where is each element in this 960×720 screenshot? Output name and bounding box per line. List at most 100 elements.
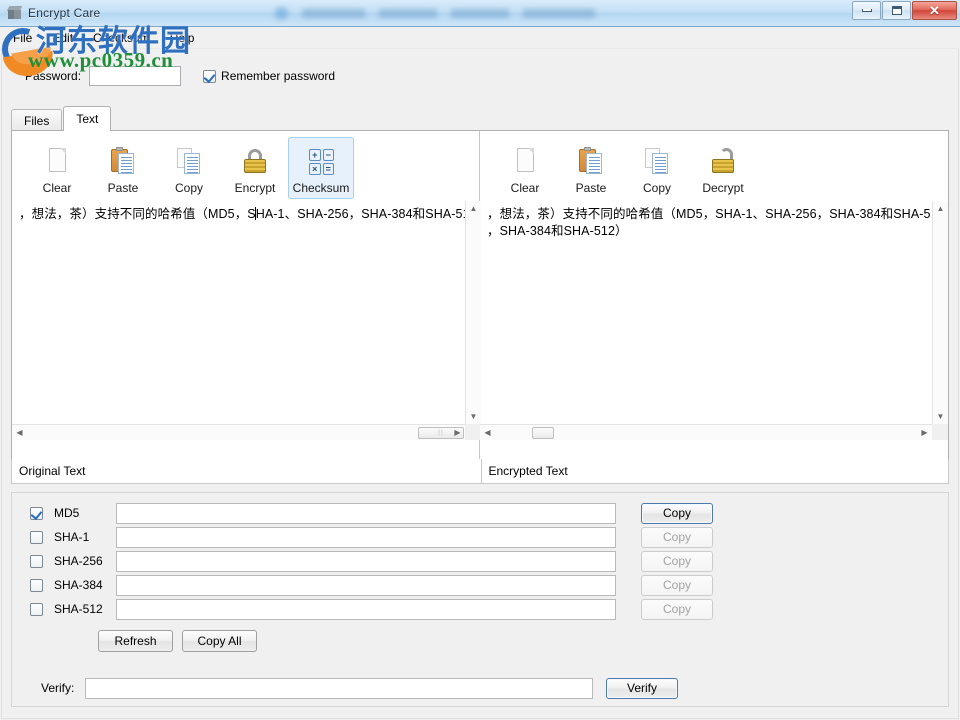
menu-item-file[interactable]: File	[5, 29, 40, 47]
encrypted-text-line-1: ，想法，茶）支持不同的哈希值（MD5，SHA-1、SHA-256，SHA-384…	[487, 207, 931, 221]
verify-button[interactable]: Verify	[606, 678, 678, 699]
left-clear-label: Clear	[43, 181, 72, 195]
tab-content-text: Clear Paste Copy	[11, 130, 949, 480]
md5-label: MD5	[54, 506, 116, 520]
remember-password-checkbox[interactable]: Remember password	[203, 69, 335, 83]
left-clear-button[interactable]: Clear	[24, 137, 90, 199]
tab-files-label: Files	[24, 114, 49, 128]
window-controls: ✕	[852, 1, 957, 20]
menu-bar: File Edit Checksum Help	[1, 28, 959, 48]
menu-item-edit[interactable]: Edit	[44, 29, 81, 47]
verify-button-label: Verify	[627, 681, 657, 695]
sha384-value-field[interactable]	[116, 575, 616, 596]
md5-copy-button[interactable]: Copy	[641, 503, 713, 524]
verify-input[interactable]	[85, 678, 593, 699]
original-text-input[interactable]: ，想法，茶）支持不同的哈希值（MD5，SHA-1、SHA-256，SHA-384…	[13, 201, 465, 424]
encrypted-horizontal-scrollbar[interactable]: ◀ ▶	[480, 424, 932, 440]
scroll-down-icon[interactable]: ▼	[466, 409, 481, 424]
checkbox-check-icon	[203, 70, 216, 83]
copy-all-button[interactable]: Copy All	[182, 630, 257, 652]
refresh-button[interactable]: Refresh	[98, 630, 173, 652]
open-padlock-icon	[707, 145, 739, 177]
calc-equals-glyph: =	[323, 163, 335, 175]
maximize-button[interactable]	[882, 1, 911, 20]
password-label: Password:	[25, 69, 81, 83]
scroll-right-icon[interactable]: ▶	[450, 425, 465, 440]
sha1-copy-button[interactable]: Copy	[641, 527, 713, 548]
calc-minus-glyph: −	[323, 149, 335, 161]
original-text-pane: Clear Paste Copy	[12, 131, 480, 479]
blank-document-icon	[41, 145, 73, 177]
scrollbar-corner	[465, 424, 481, 440]
tab-text-label: Text	[76, 112, 98, 126]
encrypted-text-line-2: ，SHA-384和SHA-512）	[487, 224, 628, 238]
md5-checkbox[interactable]	[30, 507, 43, 520]
close-button[interactable]: ✕	[912, 1, 957, 20]
sha1-copy-label: Copy	[663, 530, 691, 544]
left-copy-button[interactable]: Copy	[156, 137, 222, 199]
calc-plus-glyph: +	[309, 149, 321, 161]
application-window: Encrypt Care ✕ File Edit Checksum Help P…	[0, 0, 960, 720]
original-text-area-wrap: ，想法，茶）支持不同的哈希值（MD5，SHA-1、SHA-256，SHA-384…	[12, 201, 481, 440]
refresh-label: Refresh	[114, 634, 156, 648]
clipboard-paste-icon	[107, 145, 139, 177]
sha256-checkbox[interactable]	[30, 555, 43, 568]
menu-item-checksum[interactable]: Checksum	[85, 29, 158, 47]
tab-text[interactable]: Text	[63, 106, 111, 131]
right-paste-button[interactable]: Paste	[558, 137, 624, 199]
encrypted-vertical-scrollbar[interactable]: ▲ ▼	[932, 201, 948, 424]
sha1-value-field[interactable]	[116, 527, 616, 548]
sha384-checkbox[interactable]	[30, 579, 43, 592]
original-vertical-scrollbar[interactable]: ▲ ▼	[465, 201, 481, 424]
scroll-up-icon[interactable]: ▲	[933, 201, 948, 216]
tab-files[interactable]: Files	[11, 109, 62, 131]
close-icon: ✕	[929, 4, 940, 17]
remember-password-label: Remember password	[221, 69, 335, 83]
password-row: Password: Remember password	[25, 66, 335, 86]
copy-pages-icon	[641, 145, 673, 177]
encrypted-text-input[interactable]: ，想法，茶）支持不同的哈希值（MD5，SHA-1、SHA-256，SHA-384…	[481, 201, 932, 424]
scroll-right-icon[interactable]: ▶	[917, 425, 932, 440]
checksum-row-sha512: SHA-512 Copy	[12, 597, 713, 621]
right-clear-button[interactable]: Clear	[492, 137, 558, 199]
encrypted-hscroll-thumb[interactable]	[532, 427, 554, 439]
right-paste-label: Paste	[576, 181, 607, 195]
md5-copy-label: Copy	[663, 506, 691, 520]
titlebar-watermark-overlay	[275, 2, 595, 24]
minimize-button[interactable]	[852, 1, 881, 20]
original-text-after-caret: HA-1、SHA-256，SHA-384和SHA-512）	[256, 207, 465, 221]
scroll-left-icon[interactable]: ◀	[12, 425, 27, 440]
sha1-checkbox[interactable]	[30, 531, 43, 544]
sha256-label: SHA-256	[54, 554, 116, 568]
password-input[interactable]	[89, 66, 181, 86]
sha512-value-field[interactable]	[116, 599, 616, 620]
tab-strip: Files Text	[11, 106, 112, 131]
scroll-down-icon[interactable]: ▼	[933, 409, 948, 424]
right-toolbar: Clear Paste Copy	[480, 131, 948, 201]
scroll-left-icon[interactable]: ◀	[480, 425, 495, 440]
right-copy-button[interactable]: Copy	[624, 137, 690, 199]
right-clear-label: Clear	[511, 181, 540, 195]
md5-value-field[interactable]	[116, 503, 616, 524]
left-paste-button[interactable]: Paste	[90, 137, 156, 199]
decrypt-button[interactable]: Decrypt	[690, 137, 756, 199]
left-toolbar: Clear Paste Copy	[12, 131, 479, 201]
sha512-checkbox[interactable]	[30, 603, 43, 616]
sha512-label: SHA-512	[54, 602, 116, 616]
checksum-row-sha256: SHA-256 Copy	[12, 549, 713, 573]
sha384-copy-button[interactable]: Copy	[641, 575, 713, 596]
encrypted-text-caption: Encrypted Text	[481, 459, 949, 483]
pane-captions-row: Original Text Encrypted Text	[11, 459, 949, 484]
menu-item-help[interactable]: Help	[162, 29, 203, 47]
checksum-button[interactable]: + − × = Checksum	[288, 137, 354, 199]
original-horizontal-scrollbar[interactable]: ◀ ⦙⦙ ▶	[12, 424, 465, 440]
checksum-action-row: Refresh Copy All	[98, 629, 257, 653]
encrypt-button[interactable]: Encrypt	[222, 137, 288, 199]
sha256-copy-button[interactable]: Copy	[641, 551, 713, 572]
sha256-value-field[interactable]	[116, 551, 616, 572]
sha512-copy-button[interactable]: Copy	[641, 599, 713, 620]
app-cube-icon	[7, 5, 23, 21]
scroll-up-icon[interactable]: ▲	[466, 201, 481, 216]
copy-pages-icon	[173, 145, 205, 177]
title-bar: Encrypt Care ✕	[0, 0, 960, 27]
